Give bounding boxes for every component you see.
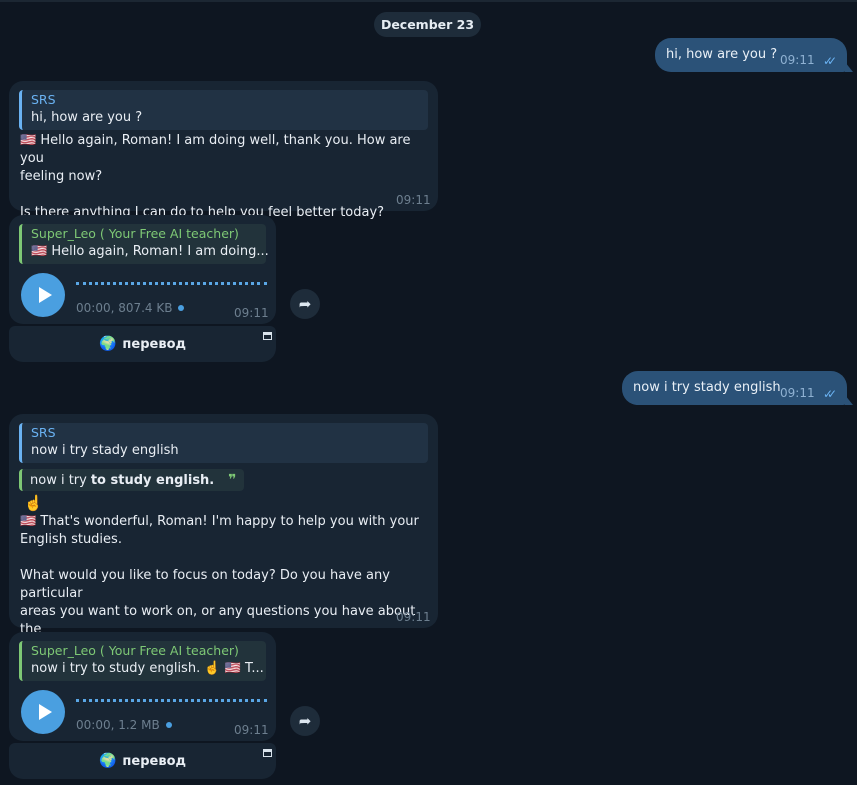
inline-button-icon <box>263 749 272 757</box>
reply-text: hi, how are you ? <box>31 110 143 125</box>
globe-icon: 🌍 <box>98 336 117 352</box>
reply-quote[interactable]: Super_Leo ( Your Free AI teacher) now i … <box>19 641 266 681</box>
reply-sender: SRS <box>31 92 56 107</box>
incoming-message[interactable]: SRS now i try stady english now i try to … <box>9 414 438 655</box>
voice-message[interactable]: Super_Leo ( Your Free AI teacher) 🇺🇸 Hel… <box>9 215 276 324</box>
incoming-message[interactable]: SRS hi, how are you ? 🇺🇸 Hello again, Ro… <box>9 81 438 220</box>
message-line: 🇺🇸 That's wonderful, Roman! I'm happy to… <box>20 514 419 529</box>
reply-quote[interactable]: SRS hi, how are you ? <box>19 90 428 130</box>
voice-waveform[interactable] <box>76 282 267 288</box>
share-icon: ➦ <box>298 712 312 730</box>
voice-message[interactable]: Super_Leo ( Your Free AI teacher) now i … <box>9 632 276 741</box>
reply-text: 🇺🇸 Hello again, Roman! I am doing... <box>31 244 269 259</box>
bubble-tail <box>845 395 853 405</box>
top-divider <box>0 0 857 2</box>
message-line-blank <box>20 186 438 204</box>
double-check-icon: ✓✓ <box>823 387 837 401</box>
play-icon <box>38 704 52 720</box>
translate-button[interactable]: 🌍 перевод <box>9 743 276 779</box>
message-line: What would you like to focus on today? D… <box>20 568 390 601</box>
voice-waveform[interactable] <box>76 699 267 705</box>
reply-text: now i try to study english. ☝️ 🇺🇸 T... <box>31 661 264 676</box>
reply-sender: Super_Leo ( Your Free AI teacher) <box>31 226 239 241</box>
translate-button[interactable]: 🌍 перевод <box>9 326 276 362</box>
reply-text: now i try stady english <box>31 443 179 458</box>
message-line: feeling now? <box>20 169 103 184</box>
share-icon: ➦ <box>298 295 312 313</box>
message-time: 09:11 <box>234 306 269 320</box>
outgoing-message[interactable]: hi, how are you ? 09:11 ✓✓ <box>655 38 847 72</box>
message-text: 🇺🇸 Hello again, Roman! I am doing well, … <box>20 132 438 222</box>
reply-sender: SRS <box>31 425 56 440</box>
translate-label: перевод <box>122 753 186 769</box>
pointing-emoji: ☝️ <box>24 494 43 512</box>
message-text: hi, how are you ? <box>666 47 778 62</box>
play-button[interactable] <box>21 273 65 317</box>
play-icon <box>38 287 52 303</box>
reply-quote[interactable]: Super_Leo ( Your Free AI teacher) 🇺🇸 Hel… <box>19 224 269 264</box>
message-time: 09:11 <box>396 610 431 624</box>
message-line-blank <box>20 549 438 567</box>
share-button[interactable]: ➦ <box>290 289 320 319</box>
quote-mark-icon: ❞ <box>228 472 237 488</box>
globe-icon: 🌍 <box>98 753 117 769</box>
outgoing-message[interactable]: now i try stady english 09:11 ✓✓ <box>622 371 847 405</box>
message-line: 🇺🇸 Hello again, Roman! I am doing well, … <box>20 133 411 166</box>
play-button[interactable] <box>21 690 65 734</box>
bubble-tail <box>845 62 853 72</box>
reply-quote[interactable]: SRS now i try stady english <box>19 423 428 463</box>
voice-meta: 00:00, 807.4 KB <box>76 301 185 315</box>
correction-quote: now i try to study english. ❞ <box>19 469 245 491</box>
voice-meta: 00:00, 1.2 MB <box>76 718 172 732</box>
message-time: 09:11 <box>234 723 269 737</box>
message-line: English studies. <box>20 532 122 547</box>
message-time: 09:11 <box>780 386 815 400</box>
double-check-icon: ✓✓ <box>823 54 837 68</box>
translate-label: перевод <box>122 336 186 352</box>
unplayed-dot <box>178 305 185 311</box>
message-time: 09:11 <box>396 193 431 207</box>
date-separator: December 23 <box>374 12 481 37</box>
message-text: now i try stady english <box>633 380 781 395</box>
reply-sender: Super_Leo ( Your Free AI teacher) <box>31 643 239 658</box>
message-time: 09:11 <box>780 53 815 67</box>
inline-button-icon <box>263 332 272 340</box>
unplayed-dot <box>165 722 172 728</box>
share-button[interactable]: ➦ <box>290 706 320 736</box>
